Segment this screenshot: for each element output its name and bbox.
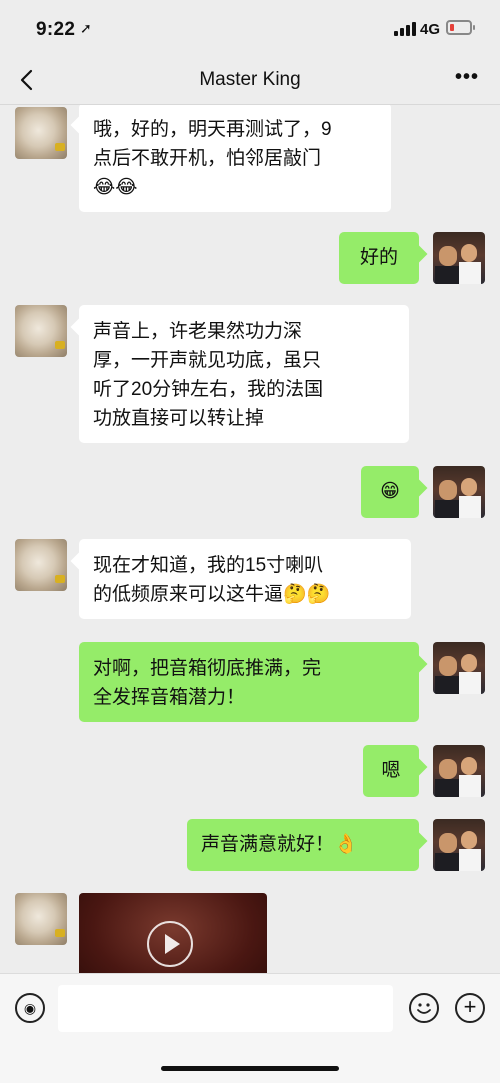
location-arrow-icon: ➚: [80, 20, 92, 36]
more-icon: •••: [454, 66, 479, 88]
my-avatar[interactable]: [433, 466, 485, 518]
message-text: 声音上，许老果然功力深 厚，一开声就见功底，虽只 听了20分钟左右，我的法国 功…: [93, 321, 324, 429]
message-text: 对啊，把音箱彻底推满，完 全发挥音箱潜力！: [93, 658, 322, 708]
my-avatar[interactable]: [433, 642, 485, 694]
more-button[interactable]: •••: [452, 66, 482, 90]
message-text: 现在才知道，我的15寸喇叭 的低频原来可以这牛逼🤔🤔: [93, 555, 331, 605]
chat-title: Master King: [199, 69, 301, 90]
voice-button[interactable]: ◉: [15, 993, 45, 1023]
message-list[interactable]: 哦，好的，明天再测试了，9 点后不敢开机，怕邻居敲门 😂😂 好的 声音上，许老果…: [0, 105, 500, 973]
message-bubble[interactable]: 对啊，把音箱彻底推满，完 全发挥音箱潜力！: [79, 642, 419, 722]
message-text: 声音满意就好！👌: [201, 834, 358, 855]
emoji-button[interactable]: [409, 993, 439, 1023]
message-text: 嗯: [381, 760, 401, 781]
message-bubble[interactable]: 声音满意就好！👌: [187, 819, 419, 871]
my-avatar[interactable]: [433, 819, 485, 871]
message-input[interactable]: [58, 985, 393, 1032]
status-bar: 9:22 ➚ 4G: [0, 0, 500, 58]
message-text: 😁: [380, 481, 400, 502]
battery-icon: [446, 20, 475, 35]
network-type: 4G: [420, 21, 441, 38]
message-text: 哦，好的，明天再测试了，9 点后不敢开机，怕邻居敲门 😂😂: [93, 119, 332, 198]
input-bar: ◉ +: [0, 973, 500, 1083]
message-text: 好的: [359, 247, 398, 268]
message-bubble[interactable]: 现在才知道，我的15寸喇叭 的低频原来可以这牛逼🤔🤔: [79, 539, 411, 619]
chat-header: Master King •••: [0, 58, 500, 105]
contact-avatar[interactable]: [15, 305, 67, 357]
play-icon[interactable]: [147, 921, 193, 967]
status-time: 9:22: [36, 19, 76, 40]
plus-icon: +: [463, 994, 477, 1019]
contact-avatar[interactable]: [15, 893, 67, 945]
plus-button[interactable]: +: [455, 993, 485, 1023]
voice-icon: ◉: [23, 1000, 37, 1016]
emoji-icon: [417, 1003, 431, 1014]
signal-icon: [394, 22, 416, 36]
my-avatar[interactable]: [433, 745, 485, 797]
message-bubble[interactable]: 嗯: [363, 745, 419, 797]
video-message[interactable]: [79, 893, 267, 973]
message-bubble[interactable]: 😁: [361, 466, 419, 518]
contact-avatar[interactable]: [15, 107, 67, 159]
message-bubble[interactable]: 好的: [339, 232, 419, 284]
my-avatar[interactable]: [433, 232, 485, 284]
message-bubble[interactable]: 哦，好的，明天再测试了，9 点后不敢开机，怕邻居敲门 😂😂: [79, 105, 391, 212]
message-bubble[interactable]: 声音上，许老果然功力深 厚，一开声就见功底，虽只 听了20分钟左右，我的法国 功…: [79, 305, 409, 443]
contact-avatar[interactable]: [15, 539, 67, 591]
home-indicator: [161, 1066, 339, 1071]
